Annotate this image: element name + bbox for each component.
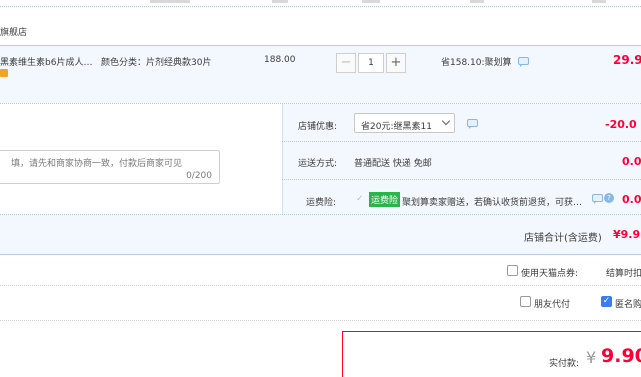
shipping-amount: 0.0 [622,155,641,168]
column-header-strip [0,0,641,4]
insurance-checkbox: ✓ [356,194,364,204]
quantity-increase-button[interactable]: + [386,53,406,73]
shipping-label: 运送方式: [298,159,338,169]
variant-label: 颜色分类： [101,58,147,68]
shop-discount-label: 店铺优惠: [298,122,338,132]
insurance-amount: 0.0 [622,193,641,206]
shop-discount-select[interactable]: 省20元:继黑素11 [354,113,455,133]
info-icon[interactable]: ? [604,193,614,203]
item-variant: 颜色分类：片剂经典款30片 [101,55,211,68]
item-row [0,45,641,103]
chat-icon[interactable] [592,194,603,204]
shop-discount-amount: -20.0 [605,118,637,131]
store-name[interactable]: 旗舰店 [0,25,27,38]
tmall-points-checkbox[interactable] [507,265,518,276]
store-total-amount: ¥9.9 [613,228,641,241]
shipping-method: 普通配送 快递 免邮 [354,159,432,169]
variant-value: 片剂经典款30片 [146,58,212,68]
anonymous-label: 匿名购 [615,300,641,310]
message-input[interactable]: 填，请先和商家协商一致，付款后商家可见 0/200 [0,150,220,184]
item-subtotal: 29.9 [613,53,641,67]
friend-pay-checkbox[interactable] [520,296,531,307]
message-counter: 0/200 [186,171,212,181]
payment-label: 实付款: [549,359,580,369]
tmall-points-label: 使用天猫点券: [521,269,579,279]
insurance-badge: 运费险 [369,192,401,207]
quantity-decrease-button[interactable]: − [336,53,356,73]
item-title[interactable]: 黑素维生素b6片成人… [0,55,92,68]
quantity-input[interactable]: 1 [358,53,384,73]
unit-price: 188.00 [264,55,296,65]
message-placeholder: 填，请先和商家协商一致，付款后商家可见 [11,159,183,169]
store-total-label: 店铺合计(含运费) [524,233,602,244]
shop-discount-selected: 省20元:继黑素11 [361,122,432,132]
tmall-tag-icon [0,69,8,77]
friend-pay-label: 朋友代付 [534,300,571,310]
chat-icon[interactable] [467,119,478,129]
chat-icon[interactable] [518,57,529,67]
juhuasuan-saving: 省158.10:聚划算 [441,58,512,68]
tmall-points-note: 结算时扣 [606,269,641,279]
payment-amount: 9.90 [601,345,641,367]
insurance-text: 聚划算卖家赠送，若确认收货前退货，可获… [402,198,583,208]
anonymous-checkbox[interactable]: ✓ [601,296,612,307]
insurance-label: 运费险: [306,198,337,208]
options-divider [282,104,283,214]
chevron-down-icon [441,116,451,126]
payment-currency: ¥ [586,348,597,367]
